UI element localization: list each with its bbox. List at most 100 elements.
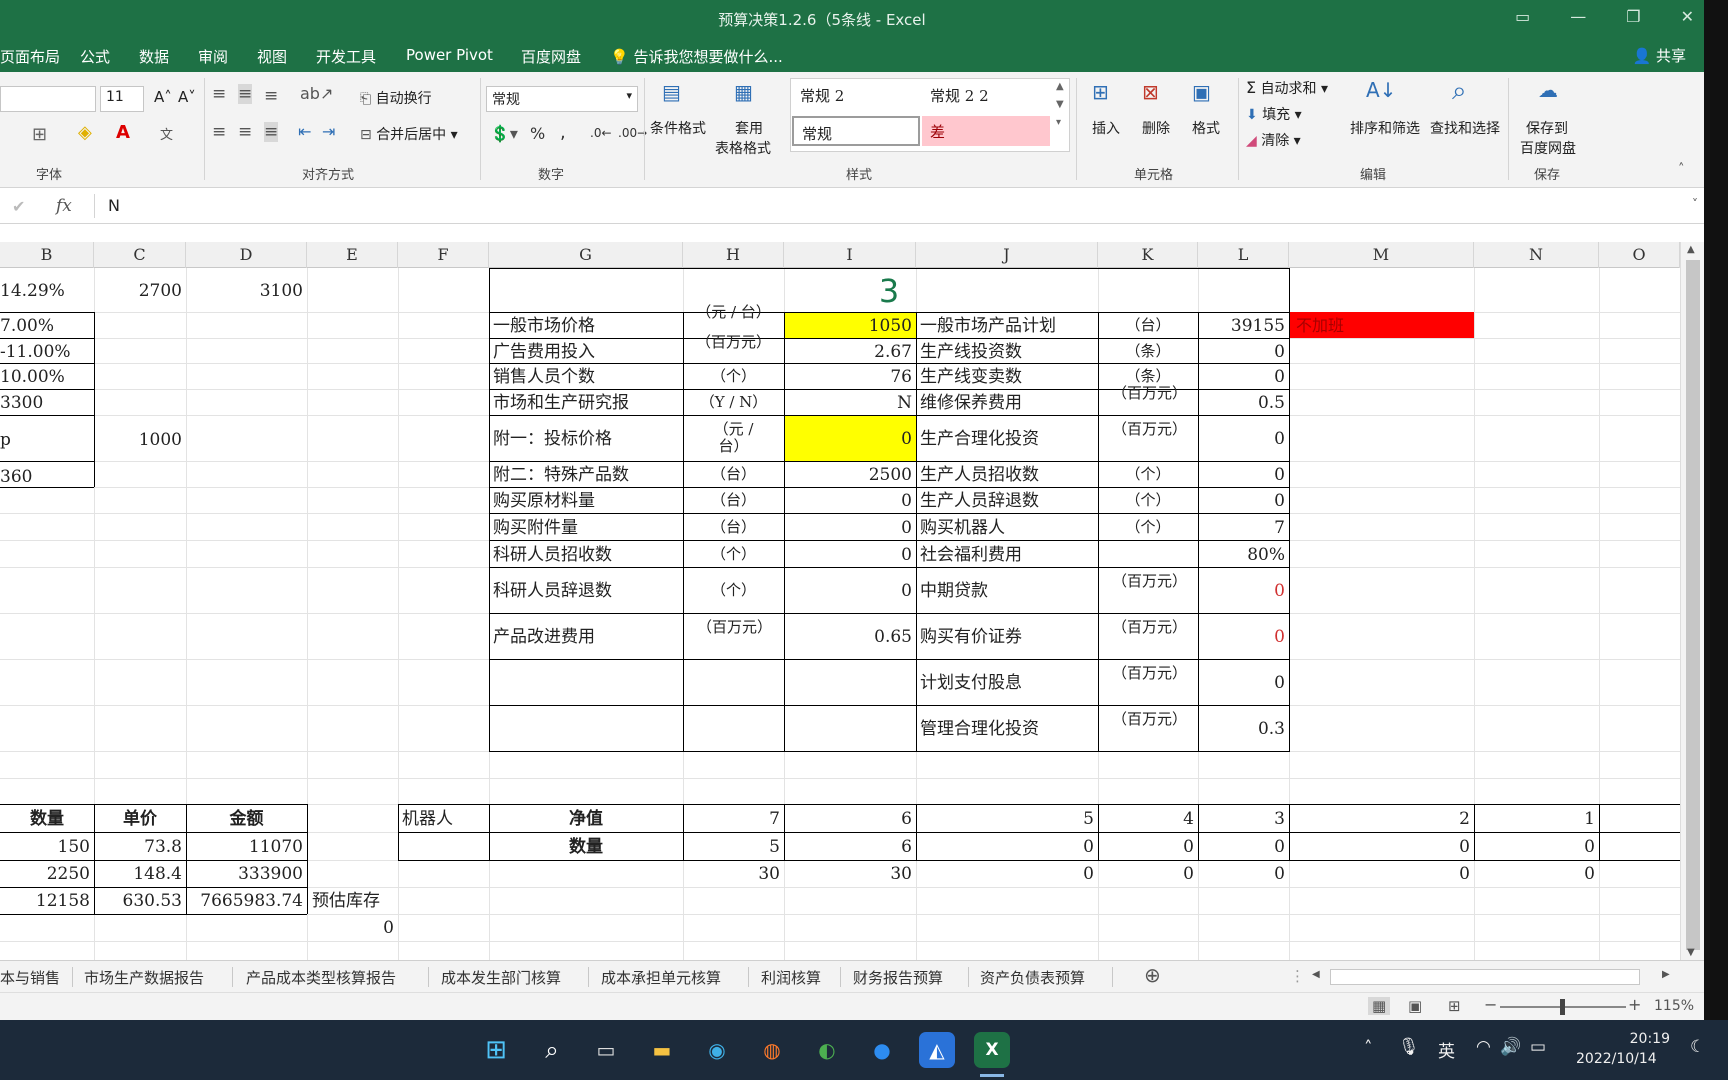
table-cell[interactable]: 630.53 [94, 891, 182, 911]
tab-formulas[interactable]: 公式 [80, 46, 110, 67]
sheet-tab[interactable]: 产品成本类型核算报告 [246, 967, 396, 988]
sheet-tab[interactable]: 成本发生部门核算 [441, 967, 561, 988]
conditional-format-button[interactable]: 条件格式 [650, 118, 706, 138]
unit-cell[interactable]: （元 / 台） [683, 304, 784, 338]
tab-splitter-icon[interactable]: ⋮ [1290, 967, 1305, 985]
table-format-label-2[interactable]: 表格格式 [715, 138, 771, 158]
label-advertising[interactable]: 广告费用投入 [493, 342, 595, 362]
unit-cell[interactable]: （百万元） [1098, 385, 1198, 415]
robot-cell[interactable]: 0 [1289, 837, 1470, 857]
decrease-decimal-icon[interactable]: .00→ [618, 126, 647, 140]
table-cell[interactable]: 73.8 [94, 837, 182, 857]
align-top-icon[interactable]: ≡ [212, 84, 226, 104]
unit-cell[interactable]: （个） [683, 367, 784, 385]
check-icon[interactable]: ✔ [12, 197, 25, 216]
unit-cell[interactable]: （个） [1098, 465, 1198, 483]
baidu-cloud-icon[interactable]: ☁ [1538, 78, 1558, 102]
unit-cell[interactable]: （百万元） [1098, 421, 1198, 438]
robot-cell[interactable]: 3 [1198, 809, 1285, 829]
align-bottom-icon[interactable]: ≡ [264, 86, 278, 106]
zoom-out-icon[interactable]: − [1484, 995, 1497, 1014]
formula-input[interactable]: N [108, 196, 120, 215]
unit-cell[interactable]: （个） [683, 545, 784, 563]
clear-button[interactable]: ◢ 清除 ▾ [1246, 130, 1301, 150]
robot-cell[interactable]: 0 [1098, 837, 1194, 857]
column-header[interactable]: D [186, 242, 307, 268]
orientation-icon[interactable]: ab↗ [300, 84, 333, 103]
qq-icon[interactable]: ● [864, 1032, 900, 1068]
input-production-plan[interactable]: 39155 [1198, 316, 1285, 336]
comma-style-button[interactable]: , [560, 122, 566, 143]
unit-cell[interactable]: （个） [1098, 518, 1198, 536]
unit-cell[interactable]: （个） [1098, 491, 1198, 509]
table-cell[interactable]: 2250 [0, 864, 90, 884]
label-product-improvement[interactable]: 产品改进费用 [493, 627, 595, 647]
input-market-price[interactable]: 1050 [784, 316, 912, 336]
unit-cell[interactable]: （百万元） [1098, 711, 1198, 728]
share-button[interactable]: 👤 共享 [1633, 45, 1686, 66]
label-robots[interactable]: 购买机器人 [920, 518, 1005, 538]
edge-browser-icon[interactable]: ◉ [699, 1032, 735, 1068]
cell-c-value-1[interactable]: 2700 [94, 281, 182, 301]
input-line-investment[interactable]: 0 [1198, 342, 1285, 362]
notification-icon[interactable]: ☾ [1690, 1037, 1705, 1057]
sort-filter-button[interactable]: 排序和筛选 [1350, 118, 1420, 138]
sheet-tab[interactable]: 成本承担单元核算 [601, 967, 721, 988]
volume-icon[interactable]: 🔊 [1500, 1037, 1521, 1057]
unit-cell[interactable]: （百万元） [1098, 573, 1198, 590]
input-mid-term-loan[interactable]: 0 [1198, 581, 1285, 601]
robot-cell[interactable]: 7 [683, 809, 780, 829]
phonetic-icon[interactable]: 文 [160, 124, 173, 143]
percent-style-button[interactable]: % [530, 124, 545, 143]
tell-me-box[interactable]: 💡 告诉我您想要做什么... [610, 46, 783, 67]
label-dividend[interactable]: 计划支付股息 [920, 673, 1022, 693]
close-icon[interactable]: ✕ [1681, 7, 1694, 26]
cell-b-rate-2[interactable]: 7.00% [0, 316, 54, 336]
label-production-rationalization[interactable]: 生产合理化投资 [920, 429, 1039, 449]
label-special-products[interactable]: 附二：特殊产品数 [493, 465, 629, 485]
column-header[interactable]: G [489, 242, 683, 268]
robot-quantity-label[interactable]: 数量 [489, 837, 683, 857]
increase-indent-icon[interactable]: ⇥ [322, 122, 335, 141]
estimated-inventory-label[interactable]: 预估库存 [312, 891, 380, 911]
input-worker-hire[interactable]: 0 [1198, 465, 1285, 485]
input-maintenance[interactable]: 0.5 [1198, 393, 1285, 413]
input-production-rationalization[interactable]: 0 [1198, 429, 1285, 449]
restore-icon[interactable]: ❐ [1626, 7, 1640, 26]
wifi-icon[interactable]: ◠ [1476, 1037, 1491, 1057]
vertical-scrollbar[interactable]: ▲ ▼ [1680, 242, 1704, 960]
horizontal-scrollbar[interactable] [1330, 969, 1640, 985]
column-header[interactable]: C [94, 242, 186, 268]
sheet-tab[interactable]: 利润核算 [761, 967, 821, 988]
label-sales-staff[interactable]: 销售人员个数 [493, 367, 595, 387]
label-market-research[interactable]: 市场和生产研究报 [493, 393, 629, 413]
scroll-down-icon[interactable]: ▼ [1687, 947, 1695, 958]
unit-cell[interactable]: （条） [1098, 342, 1198, 360]
windows-start-icon[interactable]: ⊞ [478, 1032, 514, 1068]
robot-cell[interactable]: 0 [1198, 864, 1285, 884]
number-format-select[interactable]: 常规 ▾ [486, 86, 638, 112]
unit-cell[interactable]: （Y / N） [683, 393, 784, 411]
style-normal-2-2[interactable]: 常规 2 2 [922, 80, 1050, 110]
unit-cell[interactable]: （台） [683, 518, 784, 536]
merge-center-button[interactable]: ⊟ 合并后居中 ▾ [360, 124, 458, 144]
input-line-sale[interactable]: 0 [1198, 367, 1285, 387]
column-header[interactable]: O [1599, 242, 1680, 268]
input-dividend[interactable]: 0 [1198, 673, 1285, 693]
table-cell[interactable]: 333900 [186, 864, 303, 884]
unit-cell[interactable]: （条） [1098, 367, 1198, 385]
align-right-icon[interactable]: ≡ [264, 122, 279, 142]
robot-cell[interactable]: 6 [784, 809, 912, 829]
robot-cell[interactable]: 30 [784, 864, 912, 884]
wrap-text-button[interactable]: ⎗ 自动换行 [360, 88, 432, 108]
conditional-format-icon[interactable]: ▤ [662, 80, 681, 104]
insert-cells-icon[interactable]: ⊞ [1092, 80, 1109, 104]
sheet-tab[interactable]: 资产负债表预算 [980, 967, 1085, 988]
column-header[interactable]: L [1198, 242, 1289, 268]
robot-cell[interactable]: 1 [1474, 809, 1595, 829]
style-normal[interactable]: 常规 [792, 116, 920, 146]
normal-view-icon[interactable]: ▦ [1368, 997, 1391, 1015]
input-sales-staff[interactable]: 76 [784, 367, 912, 387]
column-header[interactable]: B [0, 242, 94, 268]
scroll-right-icon[interactable]: ▶ [1662, 969, 1670, 980]
